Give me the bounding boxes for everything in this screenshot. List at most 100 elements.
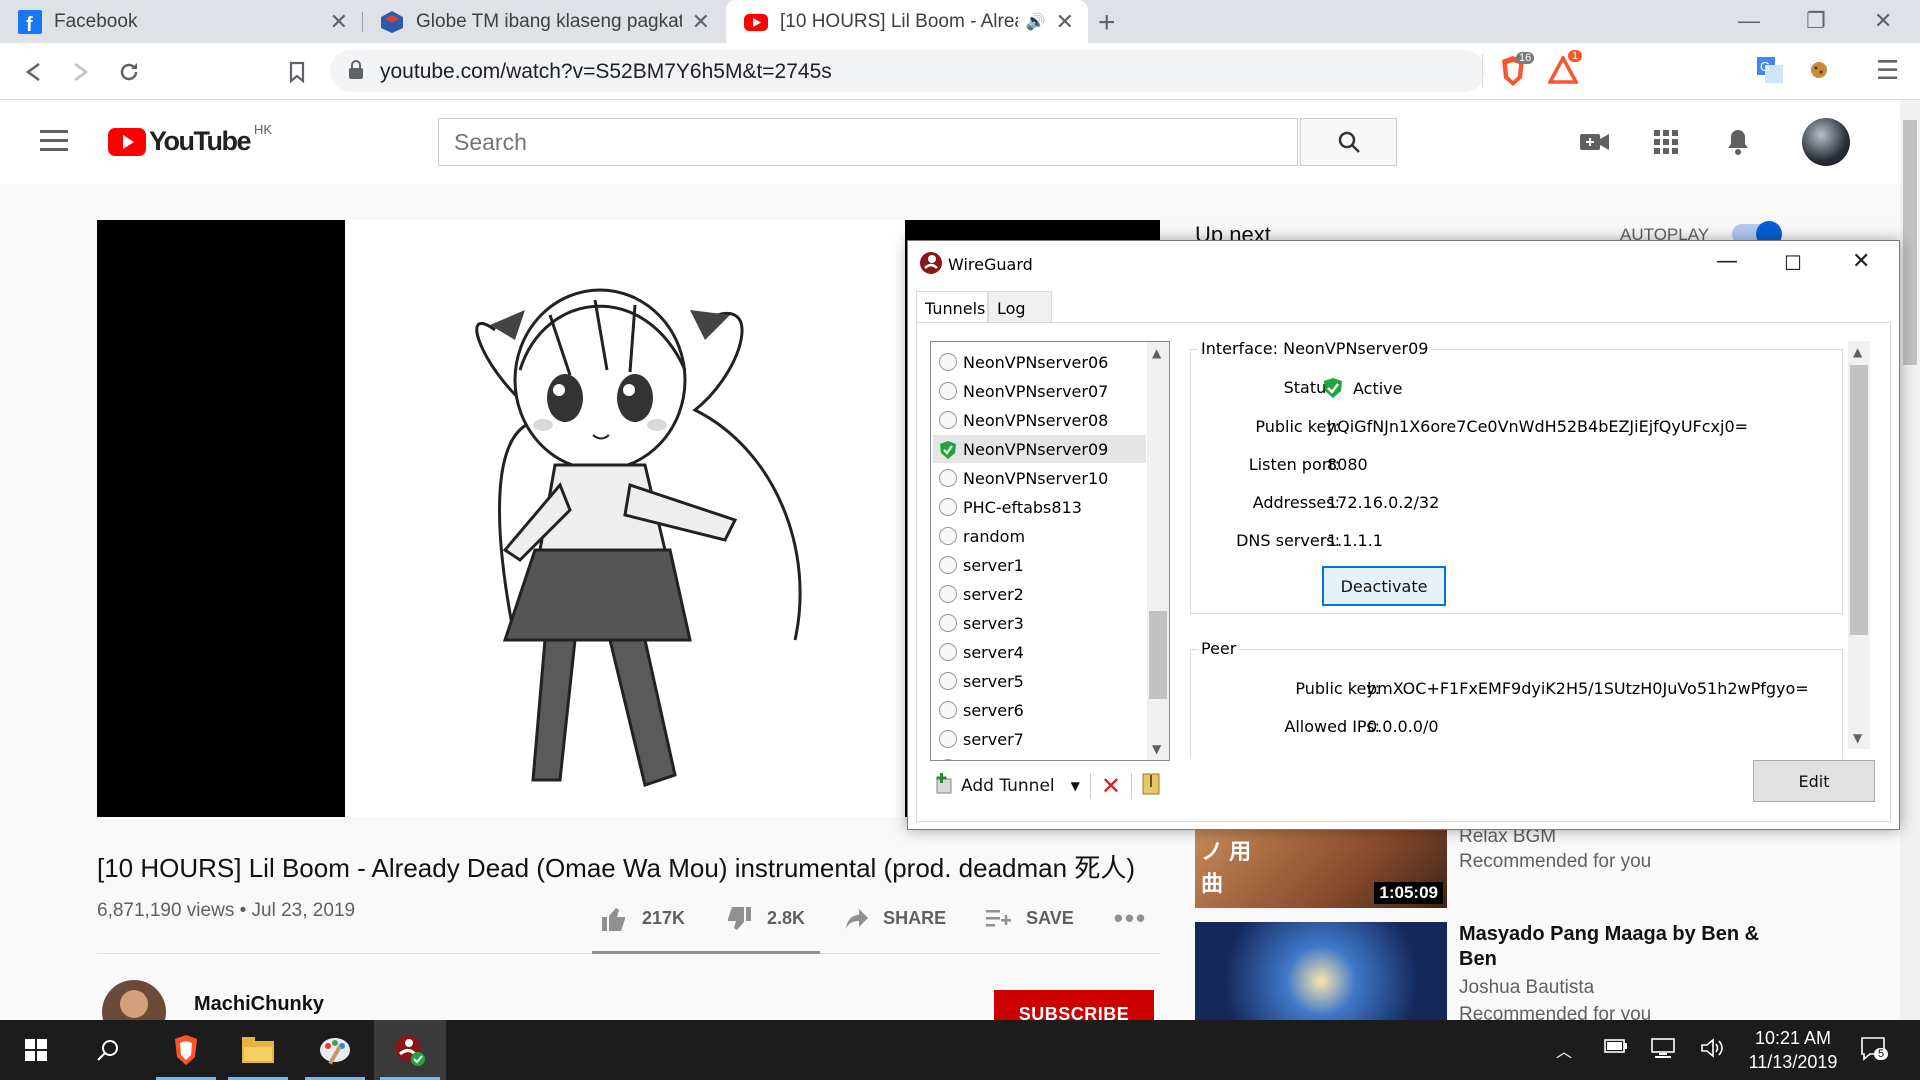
volume-icon[interactable] [1700, 1038, 1724, 1063]
add-tunnel-dropdown-icon[interactable]: ▼ [1071, 779, 1080, 793]
address-bar[interactable]: youtube.com/watch?v=S52BM7Y6h5M&t=2745s [330, 50, 1485, 92]
share-button[interactable]: SHARE [845, 908, 946, 930]
scroll-down-icon[interactable]: ▼ [1152, 742, 1161, 756]
scroll-up-icon[interactable]: ▲ [1152, 346, 1161, 360]
tunnel-list-item[interactable]: server7 [933, 725, 1146, 753]
tab-log[interactable]: Log [988, 291, 1052, 323]
delete-tunnel-icon[interactable]: ✕ [1101, 772, 1121, 800]
channel-name[interactable]: MachiChunky [194, 993, 324, 1016]
listen-port-value[interactable]: 8080 [1327, 455, 1368, 474]
minimize-icon[interactable]: — [1738, 8, 1760, 34]
new-tab-button[interactable]: + [1098, 6, 1116, 40]
notifications-bell-icon[interactable] [1726, 128, 1750, 161]
youtube-logo[interactable]: YouTube HK [108, 122, 272, 157]
tunnel-list-item[interactable]: PHC-eftabs813 [933, 493, 1146, 521]
back-icon[interactable] [18, 57, 48, 87]
tunnel-list-item[interactable]: NeonVPNserver08 [933, 406, 1146, 434]
forward-icon[interactable] [66, 57, 96, 87]
close-tab-icon[interactable]: ✕ [1056, 9, 1074, 35]
save-button[interactable]: SAVE [986, 908, 1074, 930]
cookie-extension-icon[interactable] [1810, 61, 1828, 84]
tunnel-list-item[interactable]: server3 [933, 609, 1146, 637]
system-clock[interactable]: 10:21 AM 11/13/2019 [1740, 1026, 1846, 1074]
lock-icon[interactable] [348, 60, 364, 85]
allowed-ips-value[interactable]: 0.0.0.0/0 [1367, 717, 1439, 736]
speaker-icon[interactable]: 🔊 [1026, 12, 1046, 32]
create-video-icon[interactable] [1580, 132, 1610, 157]
dislike-button[interactable]: 2.8K [725, 906, 805, 932]
recommendation-channel[interactable]: Joshua Bautista [1459, 977, 1594, 999]
inactive-radio-icon [939, 585, 957, 603]
recommendation-thumbnail[interactable]: ノ 用曲 1:05:09 [1195, 830, 1447, 908]
search-input[interactable] [438, 118, 1298, 166]
more-options-icon[interactable]: ••• [1114, 903, 1147, 934]
inactive-radio-icon [939, 672, 957, 690]
scroll-up-icon[interactable]: ▲ [1853, 345, 1862, 359]
action-center-icon[interactable]: 5 [1860, 1036, 1889, 1067]
restore-icon[interactable]: ❐ [1806, 8, 1826, 34]
public-key-value[interactable]: hQiGfNJn1X6ore7Ce0VnWdH52B4bEZJiEjfQyUFc… [1327, 417, 1748, 436]
addresses-value[interactable]: 172.16.0.2/32 [1327, 493, 1439, 512]
recommendation-meta: Recommended for you [1459, 851, 1652, 872]
minimize-icon[interactable]: — [1716, 249, 1738, 274]
export-zip-icon[interactable] [1142, 773, 1160, 800]
tunnel-list-item[interactable]: server1 [933, 551, 1146, 579]
url-text[interactable]: youtube.com/watch?v=S52BM7Y6h5M&t=2745s [380, 60, 832, 84]
page-scrollbar-thumb[interactable] [1903, 120, 1917, 365]
tab-globe[interactable]: Globe TM ibang klaseng pagkatay ✕ [362, 0, 724, 43]
file-explorer-taskbar-button[interactable] [222, 1020, 294, 1080]
tunnel-list-item[interactable]: server5 [933, 667, 1146, 695]
tunnel-list-scroll-thumb[interactable] [1149, 611, 1167, 699]
reload-icon[interactable] [114, 57, 144, 87]
like-button[interactable]: 217K [600, 906, 685, 932]
recommendation-thumbnail[interactable] [1195, 922, 1447, 1020]
battery-icon[interactable] [1604, 1038, 1628, 1059]
dns-servers-value[interactable]: 1.1.1.1 [1327, 531, 1383, 550]
tab-youtube[interactable]: [10 HOURS] Lil Boom - Alread 🔊 ✕ [726, 0, 1088, 43]
add-tunnel-button[interactable]: Add Tunnel [961, 776, 1055, 796]
brave-taskbar-button[interactable] [150, 1020, 222, 1080]
tunnel-list-item[interactable]: server6 [933, 696, 1146, 724]
menu-icon[interactable]: ☰ [1876, 55, 1899, 86]
scroll-down-icon[interactable]: ▼ [1853, 731, 1862, 745]
close-icon[interactable]: ✕ [1852, 249, 1870, 274]
maximize-icon[interactable]: ☐ [1784, 251, 1802, 275]
tunnel-list-item[interactable]: server8 [933, 754, 1146, 760]
recommendation-title[interactable]: Masyado Pang Maaga by Ben & Ben [1459, 922, 1779, 972]
peer-public-key-value[interactable]: bmXOC+F1FxEMF9dyiK2H5/1SUtzH0JuVo51h2wPf… [1367, 679, 1809, 698]
tunnel-list-item[interactable]: NeonVPNserver09 [933, 435, 1146, 463]
wireguard-taskbar-button[interactable] [374, 1020, 446, 1080]
brave-shields-icon[interactable]: 16 [1498, 52, 1535, 93]
tunnel-list-item[interactable]: server4 [933, 638, 1146, 666]
translate-extension-icon[interactable]: G [1757, 57, 1783, 88]
close-window-icon[interactable]: ✕ [1874, 8, 1892, 34]
apps-grid-icon[interactable] [1654, 130, 1678, 159]
network-icon[interactable] [1650, 1038, 1676, 1063]
search-button[interactable] [72, 1020, 144, 1080]
tab-facebook[interactable]: f Facebook ✕ [0, 0, 362, 43]
start-button[interactable] [0, 1020, 72, 1080]
edit-button[interactable]: Edit [1753, 760, 1875, 802]
brave-icon [175, 1035, 197, 1065]
peer-group [1190, 649, 1843, 759]
tunnel-list-item[interactable]: random [933, 522, 1146, 550]
show-hidden-icons-icon[interactable]: ︿ [1556, 1038, 1572, 1062]
tunnel-list[interactable]: NeonVPNserver06 NeonVPNserver07 NeonVPNser… [930, 341, 1170, 761]
paint-taskbar-button[interactable] [299, 1020, 371, 1080]
tunnel-list-item[interactable]: NeonVPNserver06 [933, 348, 1146, 376]
add-tunnel-icon[interactable] [935, 772, 955, 800]
bookmark-icon[interactable] [282, 57, 312, 87]
tunnel-name: server4 [963, 642, 1024, 662]
search-button[interactable] [1300, 118, 1397, 166]
close-tab-icon[interactable]: ✕ [330, 9, 348, 35]
close-tab-icon[interactable]: ✕ [692, 9, 710, 35]
tab-tunnels[interactable]: Tunnels [916, 291, 988, 325]
hamburger-menu-icon[interactable] [40, 130, 68, 157]
brave-rewards-icon[interactable]: 1 [1547, 50, 1583, 89]
deactivate-button[interactable]: Deactivate [1322, 566, 1446, 606]
tunnel-list-item[interactable]: NeonVPNserver07 [933, 377, 1146, 405]
user-avatar[interactable] [1802, 118, 1850, 166]
tunnel-list-item[interactable]: server2 [933, 580, 1146, 608]
details-scroll-thumb[interactable] [1850, 365, 1868, 635]
tunnel-list-item[interactable]: NeonVPNserver10 [933, 464, 1146, 492]
